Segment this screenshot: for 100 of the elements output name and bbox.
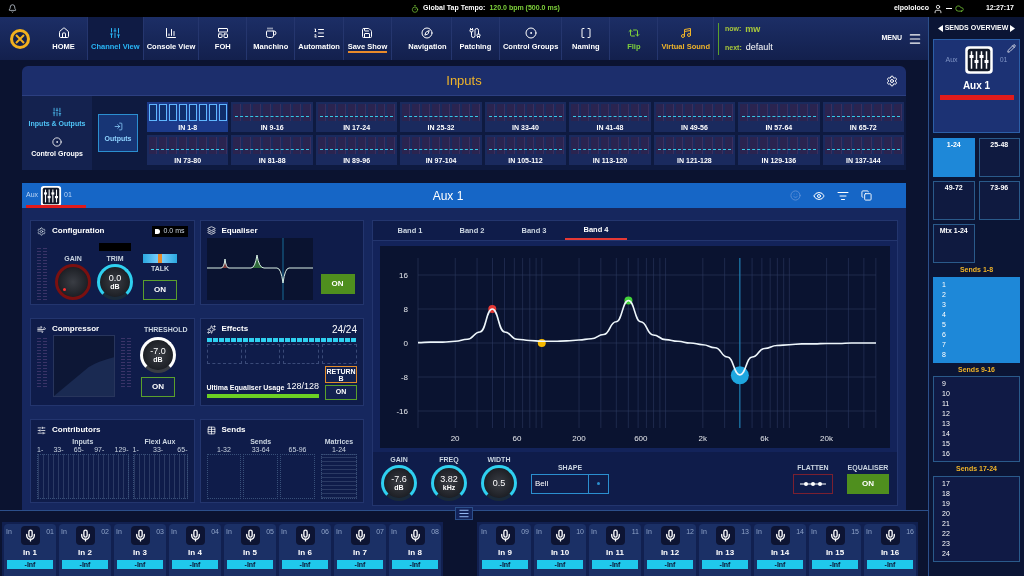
- microphone-icon: [553, 529, 567, 542]
- equaliser-on-button[interactable]: ON: [320, 274, 355, 294]
- panel-title: Inputs: [446, 71, 482, 90]
- strip-name: In 14: [770, 549, 790, 557]
- axis-label: 2k: [698, 434, 707, 443]
- layout-icon: [216, 26, 229, 39]
- effects-count: 24/24: [331, 322, 357, 337]
- contribution-grid: [132, 454, 188, 499]
- microphone-icon: [188, 529, 202, 542]
- cloud-icon: [954, 4, 964, 13]
- sliders-icon: [109, 26, 122, 39]
- handle-icon[interactable]: [455, 507, 473, 520]
- shape-dropdown[interactable]: Bell: [531, 473, 609, 494]
- cable-icon: [469, 26, 482, 39]
- matrix-grid: [320, 454, 357, 499]
- talk-on-button[interactable]: ON: [143, 280, 177, 300]
- microphone-icon: [718, 529, 732, 542]
- logo-icon: [9, 27, 31, 50]
- panel-title: Configuration: [52, 225, 105, 237]
- next-show: default: [745, 41, 773, 54]
- strip-name: In 16: [880, 549, 900, 557]
- axis-label: 20k: [820, 434, 833, 443]
- microphone-icon: [353, 529, 367, 542]
- fader-icon: [40, 184, 63, 207]
- copy-icon[interactable]: [861, 190, 872, 201]
- strip-name: In 9: [498, 549, 512, 557]
- microphone-icon: [773, 529, 787, 542]
- strip-name: In 3: [133, 549, 147, 557]
- microphone-icon: [498, 529, 512, 542]
- axis-label: 6k: [760, 434, 769, 443]
- microphone-icon: [298, 529, 312, 542]
- current-show: mw: [745, 22, 761, 36]
- edit-icon[interactable]: [1007, 44, 1016, 53]
- panel-title: Compressor: [52, 323, 100, 335]
- eye-icon[interactable]: [813, 189, 825, 202]
- brackets-icon: [579, 26, 592, 39]
- user-icon[interactable]: [932, 3, 943, 14]
- save-icon: [361, 26, 374, 39]
- bar-chart-icon: [164, 26, 177, 39]
- equaliser-on-button[interactable]: ON: [847, 473, 889, 494]
- list-icon[interactable]: [837, 189, 849, 202]
- microphone-icon: [608, 529, 622, 542]
- sliders-icon: [52, 106, 62, 117]
- level-meter: [37, 248, 47, 300]
- strip-name: In 5: [243, 549, 257, 557]
- band-node[interactable]: [730, 366, 749, 385]
- band-node[interactable]: [624, 296, 633, 305]
- channel-name: Aux 1: [962, 79, 991, 93]
- level-meter: [37, 337, 47, 387]
- strip-name: In 2: [78, 549, 92, 557]
- panel-title: Sends: [221, 424, 246, 436]
- eq-curve-thumbnail[interactable]: [206, 238, 313, 300]
- usage-count: 128/128: [286, 379, 319, 393]
- panel-title: Equaliser: [221, 224, 258, 237]
- previous-arrow-icon[interactable]: [937, 24, 943, 32]
- trim-display: [99, 243, 131, 251]
- channel-name: Aux 1: [431, 187, 465, 205]
- strip-name: In 15: [825, 549, 845, 557]
- strip-name: In 11: [606, 549, 624, 557]
- compressor-on-button[interactable]: ON: [141, 377, 175, 397]
- settings-icon[interactable]: [886, 75, 898, 87]
- microphone-icon: [828, 529, 842, 542]
- strip-name: In 12: [660, 549, 680, 557]
- strip-name: In 4: [188, 549, 202, 557]
- target-icon: [52, 137, 62, 147]
- send-grid: [206, 454, 242, 499]
- bell-icon[interactable]: [8, 4, 17, 13]
- repeat-icon: [627, 26, 640, 39]
- menu-icon: [908, 31, 922, 46]
- microphone-icon: [663, 529, 677, 542]
- axis-label: 20: [450, 434, 460, 443]
- music-icon: [679, 26, 692, 39]
- send-grid: [243, 454, 279, 499]
- axis-label: 16: [399, 271, 408, 280]
- axis-label: -8: [400, 373, 408, 382]
- talk-indicator: [143, 254, 177, 263]
- effects-icon: [206, 324, 216, 334]
- output-icon: [113, 121, 123, 131]
- gears-icon: [37, 226, 46, 236]
- microphone-icon: [883, 529, 897, 542]
- axis-label: 200: [572, 434, 586, 443]
- flatten-button[interactable]: [793, 473, 833, 494]
- axis-label: 0: [403, 339, 408, 348]
- flatten-icon: [800, 480, 826, 487]
- fader-icon: [963, 45, 994, 75]
- width-knob[interactable]: 0.5: [481, 465, 517, 501]
- next-arrow-icon[interactable]: [1010, 24, 1016, 32]
- sends-icon: [206, 425, 216, 435]
- home-icon: [57, 26, 70, 39]
- mug-icon: [264, 26, 277, 39]
- strip-name: In 6: [298, 549, 312, 557]
- panel-title: Contributors: [52, 424, 101, 436]
- strip-name: In 13: [715, 549, 735, 557]
- equaliser-icon: [206, 226, 216, 235]
- strip-name: In 10: [550, 549, 570, 557]
- microphone-icon: [408, 529, 422, 542]
- target-icon: [524, 26, 537, 39]
- band-node[interactable]: [537, 339, 546, 347]
- band-node[interactable]: [488, 305, 497, 313]
- microphone-icon: [23, 529, 37, 542]
